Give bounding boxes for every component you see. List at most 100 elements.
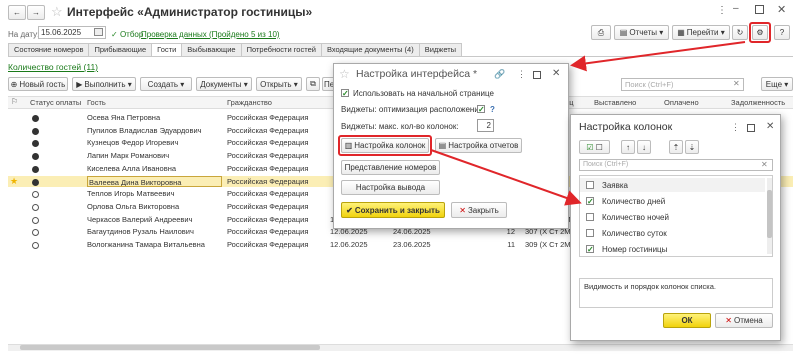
link-icon[interactable]: 🔗 (494, 69, 505, 80)
use-on-start-checkbox[interactable]: ✓ (341, 89, 349, 98)
filter-link[interactable]: ✓ Отбор (111, 30, 143, 39)
arrow-down-icon: ↓ (642, 142, 646, 152)
payment-status-icon (32, 216, 39, 224)
close-icon[interactable]: ✕ (552, 68, 560, 79)
column-header[interactable]: Задолженность (731, 97, 793, 109)
column-header[interactable]: Выставлено (594, 97, 654, 109)
dialog-menu-icon[interactable]: ⋮ (731, 122, 740, 133)
new-guest-button[interactable]: ⊕ Новый гость (8, 77, 68, 91)
column-header[interactable]: Статус оплаты (30, 97, 85, 109)
column-visible-checkbox[interactable]: ✓ (586, 245, 594, 254)
tab-room-status[interactable]: Состояние номеров (8, 43, 90, 56)
guest-name: Орлова Ольга Викторовна (87, 201, 180, 211)
column-list-item[interactable]: Заявка (580, 178, 765, 192)
payment-status-icon (32, 203, 39, 211)
back-button[interactable]: ← (8, 5, 26, 20)
list-scrollbar-thumb[interactable] (767, 190, 772, 238)
maximize-icon[interactable] (747, 124, 755, 132)
citizenship: Российская Федерация (227, 201, 309, 211)
scrollbar-thumb[interactable] (20, 345, 320, 350)
column-list-item[interactable]: Количество ночей (580, 210, 765, 224)
column-list-item[interactable]: Количество суток (580, 226, 765, 240)
ok-button[interactable]: ОК (663, 313, 711, 328)
cancel-button[interactable]: ✕ Отмена (715, 313, 773, 328)
goto-button[interactable]: ▦ Перейти ▾ (672, 25, 730, 40)
maximize-icon[interactable] (533, 71, 541, 79)
forward-button[interactable]: → (27, 5, 45, 20)
close-icon: ✕ (459, 205, 466, 215)
help-question-icon[interactable]: ? (490, 105, 495, 114)
favorite-star-icon[interactable]: ☆ (339, 67, 350, 81)
widgets-opt-checkbox[interactable]: ✓ (477, 105, 485, 114)
output-settings-button[interactable]: Настройка вывода (341, 180, 440, 195)
column-visible-checkbox[interactable] (586, 229, 594, 237)
payment-status-icon (32, 229, 39, 237)
plus-icon: ⊕ (10, 79, 18, 89)
close-icon[interactable]: ✕ (766, 121, 774, 132)
close-icon[interactable]: ✕ (777, 3, 786, 16)
move-top-button[interactable]: ⇡ (669, 140, 683, 154)
dialog-title: Настройка интерфейса * (356, 68, 478, 80)
date-in: 12.06.2025 (330, 240, 368, 249)
window-menu-icon[interactable]: ⋮ (717, 5, 727, 16)
window-title: Интерфейс «Администратор гостиницы» (67, 5, 313, 19)
check-all-button[interactable]: ☑ ☐ (579, 140, 610, 154)
calendar-icon[interactable] (94, 28, 103, 36)
create-button[interactable]: Создать ▾ (140, 77, 192, 91)
tab-departing[interactable]: Выбывающие (181, 43, 242, 56)
arrow-to-dialog (570, 41, 746, 72)
list-search-input[interactable]: Поиск (Ctrl+F) (621, 78, 744, 91)
dialog-menu-icon[interactable]: ⋮ (517, 69, 526, 80)
star-icon: ★ (10, 175, 19, 186)
citizenship: Российская Федерация (227, 240, 309, 249)
column-list-item[interactable]: ✓ Количество дней (580, 194, 765, 208)
tab-guest-needs[interactable]: Потребности гостей (240, 43, 322, 56)
goto-icon: ▦ (677, 28, 685, 37)
documents-button[interactable]: Документы ▾ (196, 77, 252, 91)
guest-name: Валеева Дина Викторовна (87, 175, 222, 187)
tab-arriving[interactable]: Прибывающие (88, 43, 153, 56)
open-button[interactable]: Открыть ▾ (256, 77, 302, 91)
save-close-button[interactable]: ✔ Сохранить и закрыть (341, 202, 445, 218)
column-header[interactable]: Гость (87, 97, 217, 109)
guest-name: Черкасов Валерий Андреевич (87, 214, 193, 224)
widgets-max-input[interactable]: 2 (477, 119, 494, 132)
citizenship: Российская Федерация (227, 125, 309, 135)
column-header[interactable]: Гражданство (227, 97, 327, 109)
favorite-star-icon[interactable]: ☆ (51, 4, 63, 20)
copy-button[interactable]: ⧉ (306, 77, 320, 91)
minimize-icon[interactable]: – (733, 3, 739, 14)
column-header[interactable]: Оплачено (664, 97, 724, 109)
guest-name: Вологжанина Тамара Витальевна (87, 240, 205, 249)
column-visible-checkbox[interactable] (586, 181, 594, 189)
tabs-divider (8, 56, 793, 57)
column-search-input[interactable]: Поиск (Ctrl+F) (579, 159, 773, 171)
room-view-button[interactable]: Представление номеров (341, 160, 440, 175)
payment-status-icon (32, 165, 39, 173)
report-settings-button[interactable]: ▤ Настройка отчетов (435, 138, 522, 153)
column-list-item[interactable]: ✓ Номер гостиницы (580, 242, 765, 256)
refresh-icon: ↻ (736, 28, 744, 37)
data-check-link[interactable]: Проверка данных (Пройдено 5 из 10) (141, 30, 280, 39)
reports-button[interactable]: ▤ Отчеты ▾ (614, 25, 669, 40)
refresh-button[interactable]: ↻ (732, 25, 748, 40)
tab-widgets[interactable]: Виджеты (418, 43, 463, 56)
maximize-icon[interactable] (755, 5, 764, 14)
reports-icon: ▤ (438, 141, 447, 150)
more-button[interactable]: Еще ▾ (761, 77, 793, 91)
days-count: 11 (507, 240, 515, 249)
guest-name: Теплов Игорь Матвеевич (87, 189, 175, 199)
move-down-button[interactable]: ↓ (637, 140, 651, 154)
search-clear-icon[interactable]: ✕ (733, 79, 740, 88)
move-bottom-button[interactable]: ⇣ (685, 140, 699, 154)
print-button[interactable]: ⎙ (591, 25, 611, 40)
column-visible-checkbox[interactable] (586, 213, 594, 221)
help-button[interactable]: ? (774, 25, 790, 40)
search-clear-icon[interactable]: ✕ (761, 160, 768, 169)
tab-incoming-docs[interactable]: Входящие документы (4) (320, 43, 420, 56)
close-button[interactable]: ✕ Закрыть (451, 202, 507, 218)
tab-guests[interactable]: Гости (151, 43, 183, 57)
column-visible-checkbox[interactable]: ✓ (586, 197, 594, 206)
move-up-button[interactable]: ↑ (621, 140, 635, 154)
execute-button[interactable]: ▶ Выполнить ▾ (72, 77, 136, 91)
